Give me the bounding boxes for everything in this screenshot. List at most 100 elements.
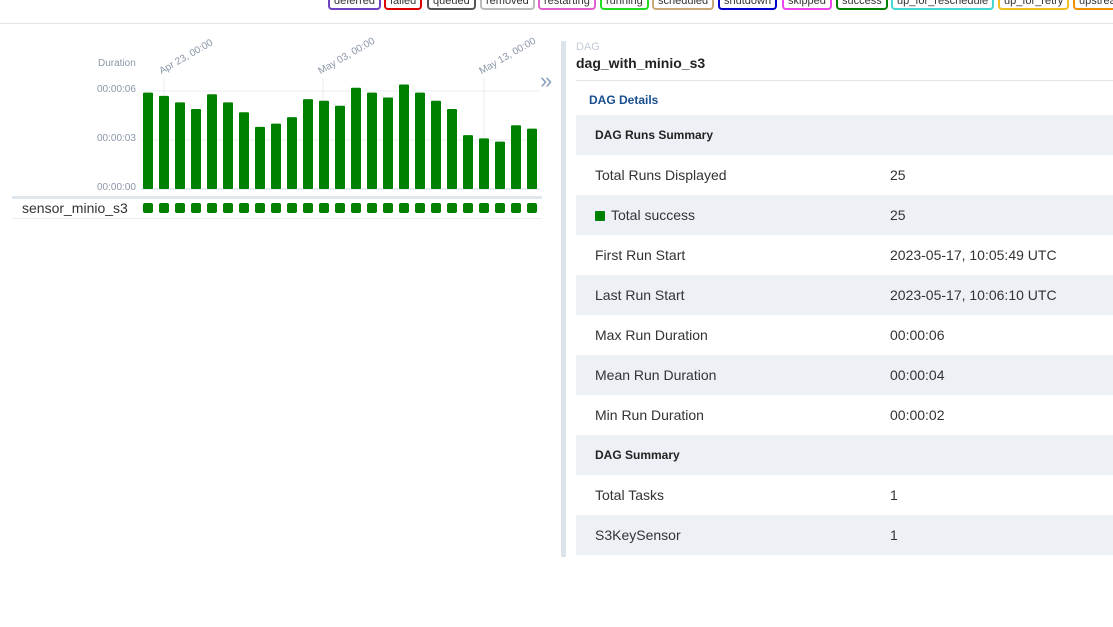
task-instance-square[interactable] bbox=[159, 203, 169, 213]
row-key-label: DAG Runs Summary bbox=[595, 128, 714, 142]
task-instance-square[interactable] bbox=[287, 203, 297, 213]
task-instance-square[interactable] bbox=[335, 203, 345, 213]
task-instance-square[interactable] bbox=[239, 203, 249, 213]
task-instance-square[interactable] bbox=[191, 203, 201, 213]
task-instance-square[interactable] bbox=[479, 203, 489, 213]
legend-chip[interactable]: scheduled bbox=[652, 0, 715, 10]
duration-bar[interactable] bbox=[463, 135, 473, 189]
row-key: First Run Start bbox=[576, 235, 890, 275]
duration-bar[interactable] bbox=[319, 100, 329, 189]
task-row[interactable]: sensor_minio_s3 bbox=[12, 196, 542, 219]
row-value bbox=[890, 115, 1113, 155]
legend-chip[interactable]: upstream_failed bbox=[1073, 0, 1113, 10]
row-value: 00:00:06 bbox=[890, 327, 945, 343]
row-key-label: Total success bbox=[611, 207, 696, 223]
duration-bar[interactable] bbox=[207, 94, 217, 189]
summary-row: Total success 25 bbox=[576, 195, 1113, 235]
duration-bar[interactable] bbox=[223, 102, 233, 189]
duration-bar[interactable] bbox=[367, 92, 377, 189]
duration-bar[interactable] bbox=[383, 97, 393, 189]
task-instance-square[interactable] bbox=[223, 203, 233, 213]
summary-row: Max Run Duration 00:00:06 bbox=[576, 315, 1113, 355]
duration-chart: Duration 00:00:00 00:00:03 00:00:06 Apr 23… bbox=[0, 0, 560, 260]
row-value bbox=[890, 435, 1113, 475]
task-instance-square[interactable] bbox=[319, 203, 329, 213]
duration-bar[interactable] bbox=[415, 92, 425, 189]
row-key-label: DAG Summary bbox=[595, 448, 680, 462]
row-key-label: First Run Start bbox=[595, 247, 686, 263]
legend-chip[interactable]: skipped bbox=[782, 0, 832, 10]
row-value: 00:00:04 bbox=[890, 355, 1113, 395]
duration-bar[interactable] bbox=[191, 108, 201, 189]
duration-bar[interactable] bbox=[287, 117, 297, 189]
section-header-row: DAG Summary bbox=[576, 435, 1113, 475]
legend-chip[interactable]: success bbox=[836, 0, 888, 10]
duration-bar[interactable] bbox=[255, 126, 265, 189]
summary-table: DAG Runs Summary Total Runs Displayed 25 To… bbox=[576, 115, 1113, 555]
task-instance-square[interactable] bbox=[175, 203, 185, 213]
duration-bar[interactable] bbox=[159, 95, 169, 189]
row-key: Total success bbox=[576, 195, 890, 235]
row-value: 1 bbox=[890, 515, 1113, 555]
legend-chip[interactable]: up_for_retry bbox=[998, 0, 1070, 10]
summary-row: First Run Start 2023-05-17, 10:05:49 UTC bbox=[576, 235, 1113, 275]
task-instance-square[interactable] bbox=[447, 203, 457, 213]
task-instance-square[interactable] bbox=[351, 203, 361, 213]
row-value: 2023-05-17, 10:06:10 UTC bbox=[890, 275, 1113, 315]
task-instance-square[interactable] bbox=[463, 203, 473, 213]
panel-splitter[interactable] bbox=[561, 41, 566, 557]
duration-bar[interactable] bbox=[239, 112, 249, 189]
expand-panel-icon[interactable]: » bbox=[540, 70, 552, 92]
summary-row: Total Runs Displayed 25 bbox=[576, 155, 1113, 195]
row-key-label: S3KeySensor bbox=[595, 527, 681, 543]
task-instance-square[interactable] bbox=[271, 203, 281, 213]
task-instance-square[interactable] bbox=[399, 203, 409, 213]
row-key-label: Total Tasks bbox=[595, 487, 664, 503]
duration-bar[interactable] bbox=[479, 138, 489, 189]
duration-bar[interactable] bbox=[175, 102, 185, 189]
duration-bar[interactable] bbox=[335, 105, 345, 189]
task-instance-square[interactable] bbox=[367, 203, 377, 213]
legend-chip[interactable]: running bbox=[600, 0, 649, 10]
row-key: S3KeySensor bbox=[576, 515, 890, 555]
duration-bar[interactable] bbox=[431, 100, 441, 189]
title-divider bbox=[576, 80, 1113, 81]
duration-bar[interactable] bbox=[303, 99, 313, 189]
task-instance-square[interactable] bbox=[527, 203, 537, 213]
task-instance-square[interactable] bbox=[143, 203, 153, 213]
row-key: Mean Run Duration bbox=[576, 355, 890, 395]
bar-chart-svg bbox=[141, 78, 540, 190]
row-key: Min Run Duration bbox=[576, 395, 890, 435]
task-instance-square[interactable] bbox=[303, 203, 313, 213]
task-instance-square[interactable] bbox=[511, 203, 521, 213]
task-instance-square[interactable] bbox=[383, 203, 393, 213]
row-key: DAG Summary bbox=[576, 435, 890, 475]
task-instance-square[interactable] bbox=[415, 203, 425, 213]
duration-bar[interactable] bbox=[143, 92, 153, 189]
summary-row: S3KeySensor 1 bbox=[576, 515, 1113, 555]
row-value: 25 bbox=[890, 167, 906, 183]
row-key-label: Mean Run Duration bbox=[595, 367, 717, 383]
summary-row: Last Run Start 2023-05-17, 10:06:10 UTC bbox=[576, 275, 1113, 315]
task-instance-square[interactable] bbox=[495, 203, 505, 213]
summary-row: Mean Run Duration 00:00:04 bbox=[576, 355, 1113, 395]
breadcrumb[interactable]: DAG bbox=[576, 40, 1113, 54]
duration-bar[interactable] bbox=[447, 108, 457, 189]
duration-bar[interactable] bbox=[399, 84, 409, 189]
duration-bar[interactable] bbox=[271, 123, 281, 189]
legend-chip[interactable]: shutdown bbox=[718, 0, 778, 10]
dag-details-link[interactable]: DAG Details bbox=[589, 93, 658, 107]
task-instances bbox=[143, 203, 537, 213]
dag-title: dag_with_minio_s3 bbox=[576, 55, 706, 71]
row-key-label: Last Run Start bbox=[595, 287, 685, 303]
section-header-row: DAG Runs Summary bbox=[576, 115, 1113, 155]
task-instance-square[interactable] bbox=[207, 203, 217, 213]
duration-bar[interactable] bbox=[495, 141, 505, 189]
duration-bar[interactable] bbox=[511, 125, 521, 189]
duration-bar[interactable] bbox=[527, 128, 537, 189]
duration-bar[interactable] bbox=[351, 87, 361, 189]
task-instance-square[interactable] bbox=[431, 203, 441, 213]
task-instance-square[interactable] bbox=[255, 203, 265, 213]
legend-chip[interactable]: up_for_reschedule bbox=[891, 0, 995, 10]
row-key: Last Run Start bbox=[576, 275, 890, 315]
